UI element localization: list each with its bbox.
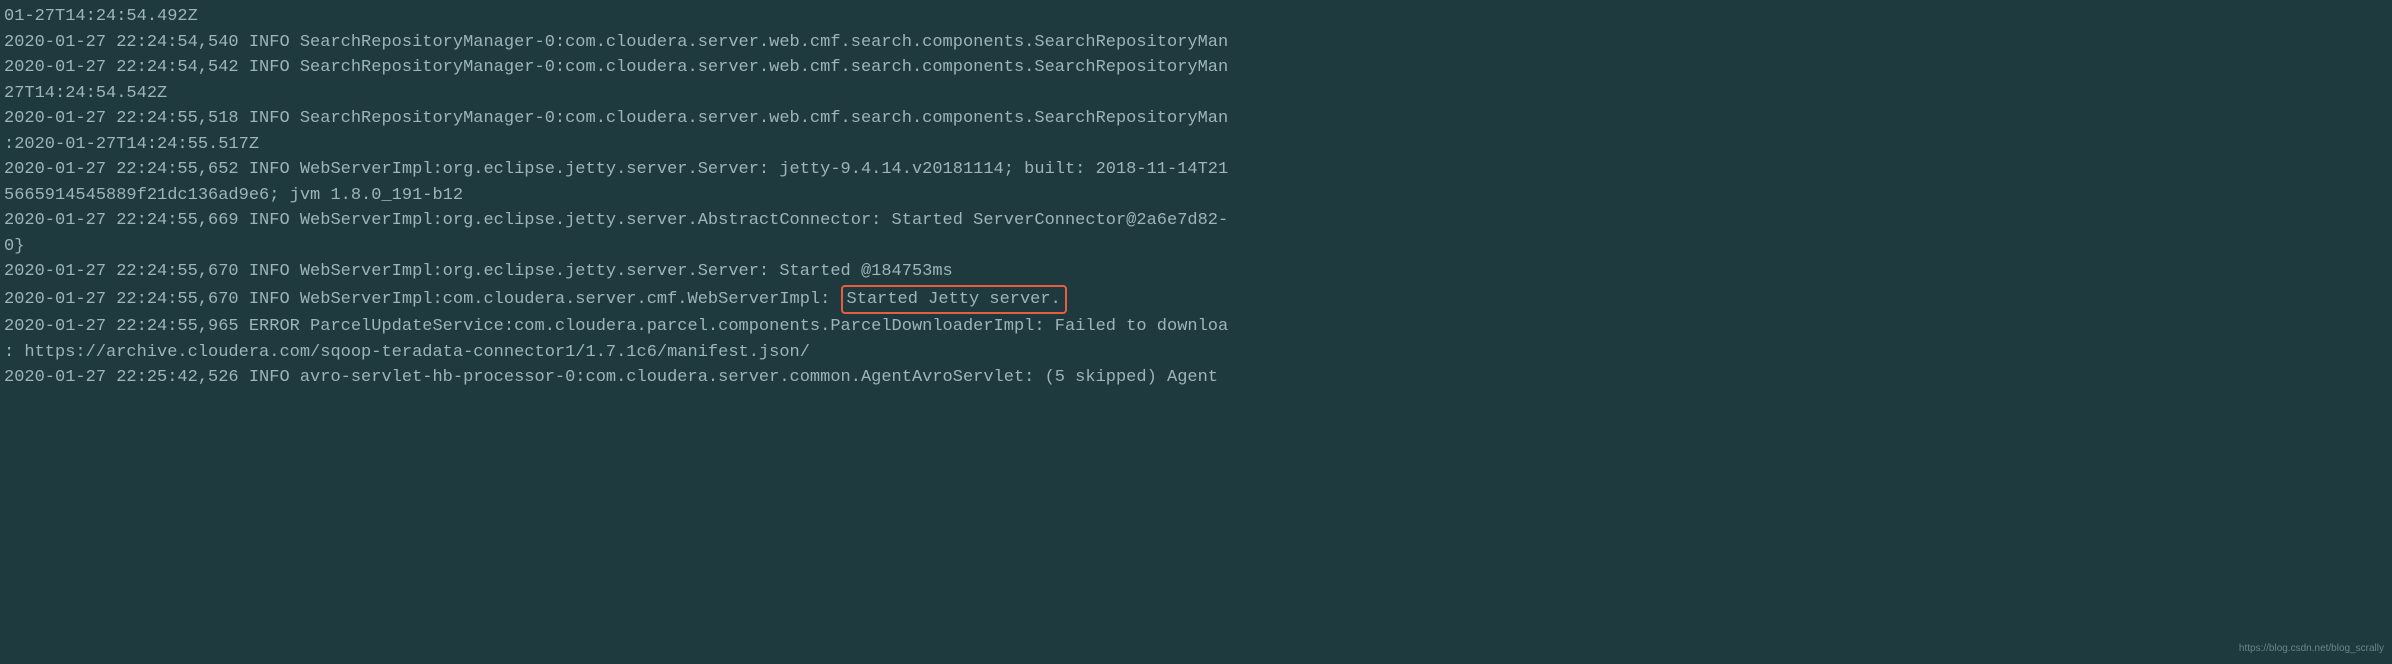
log-prefix: 2020-01-27 22:24:55,670 INFO WebServerIm… — [4, 290, 841, 309]
log-line: 2020-01-27 22:24:55,518 INFO SearchRepos… — [4, 106, 2388, 132]
terminal-output: 01-27T14:24:54.492Z 2020-01-27 22:24:54,… — [4, 4, 2388, 391]
log-line-highlighted: 2020-01-27 22:24:55,670 INFO WebServerIm… — [4, 285, 2388, 315]
log-line: 01-27T14:24:54.492Z — [4, 4, 2388, 30]
watermark: https://blog.csdn.net/blog_scrally — [2239, 641, 2384, 656]
log-line: 2020-01-27 22:24:55,670 INFO WebServerIm… — [4, 259, 2388, 285]
log-line: 2020-01-27 22:24:55,965 ERROR ParcelUpda… — [4, 314, 2388, 340]
log-line: 27T14:24:54.542Z — [4, 81, 2388, 107]
log-line: 2020-01-27 22:24:54,540 INFO SearchRepos… — [4, 30, 2388, 56]
highlighted-text: Started Jetty server. — [841, 285, 1067, 315]
log-line: 2020-01-27 22:25:42,526 INFO avro-servle… — [4, 365, 2388, 391]
log-line: :2020-01-27T14:24:55.517Z — [4, 132, 2388, 158]
log-line: : https://archive.cloudera.com/sqoop-ter… — [4, 340, 2388, 366]
log-line: 2020-01-27 22:24:54,542 INFO SearchRepos… — [4, 55, 2388, 81]
log-line: 0} — [4, 234, 2388, 260]
log-line: 2020-01-27 22:24:55,652 INFO WebServerIm… — [4, 157, 2388, 183]
log-line: 5665914545889f21dc136ad9e6; jvm 1.8.0_19… — [4, 183, 2388, 209]
log-line: 2020-01-27 22:24:55,669 INFO WebServerIm… — [4, 208, 2388, 234]
